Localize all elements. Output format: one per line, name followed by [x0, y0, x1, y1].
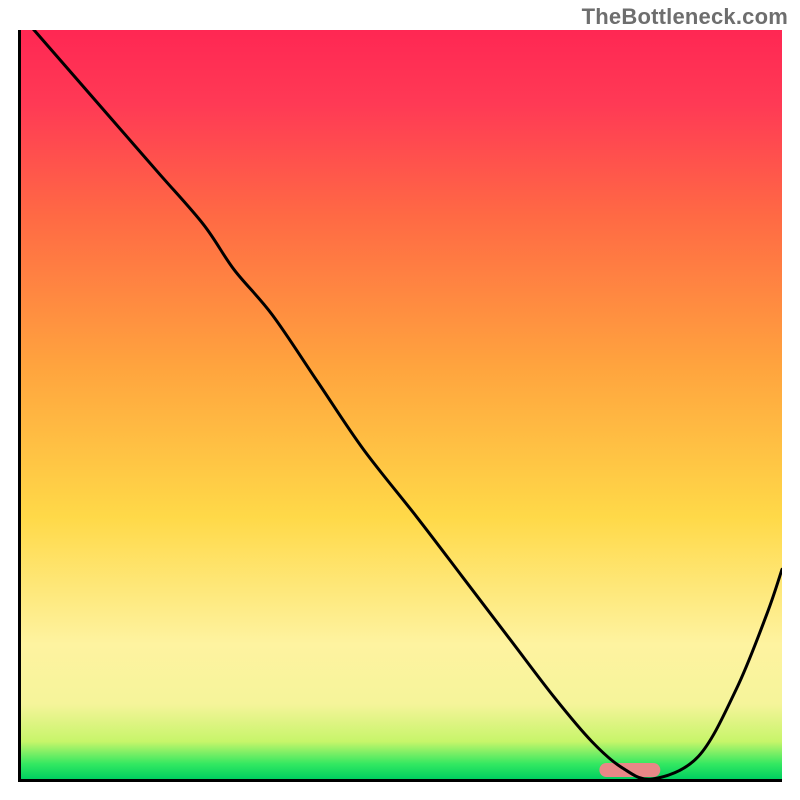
chart-svg — [21, 30, 782, 779]
gradient-background — [21, 30, 782, 779]
watermark-text: TheBottleneck.com — [582, 4, 788, 30]
chart-plot-area — [21, 30, 782, 779]
optimal-marker — [599, 763, 660, 777]
